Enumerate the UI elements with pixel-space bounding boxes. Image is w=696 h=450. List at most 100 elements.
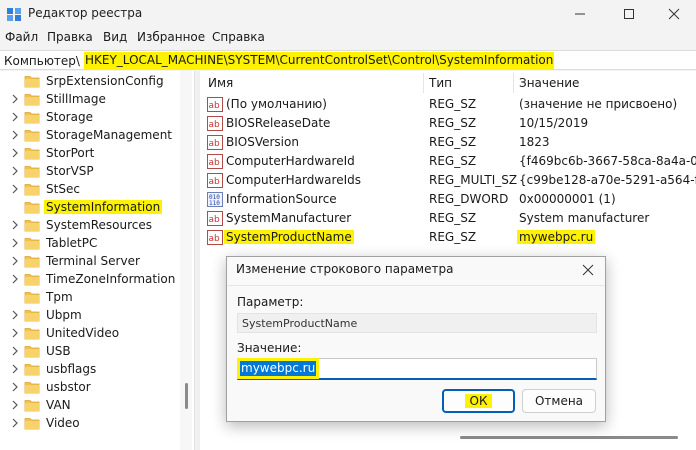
maximize-icon[interactable] (617, 4, 641, 24)
tree-item-label: VAN (46, 398, 71, 412)
tree-item[interactable]: SystemInformation (0, 198, 178, 216)
value-row[interactable]: ab ComputerHardwareIds REG_MULTI_SZ {c99be1… (200, 171, 696, 190)
column-header-data[interactable]: Значение (519, 71, 579, 95)
horizontal-scrollbar-thumb[interactable] (460, 436, 678, 439)
value-row[interactable]: 010 110 InformationSource REG_DWORD 0x000000… (200, 190, 696, 209)
registry-editor-icon (7, 8, 21, 21)
value-name: InformationSource (226, 192, 337, 206)
tree-item-label: StorVSP (46, 164, 94, 178)
tree-item[interactable]: TabletPC (0, 234, 178, 252)
string-value-icon: ab (207, 211, 223, 226)
tree-item[interactable]: usbflags (0, 360, 178, 378)
tree-item-label: usbflags (46, 362, 97, 376)
tree-item[interactable]: UnitedVideo (0, 324, 178, 342)
tree-item[interactable]: Ubpm (0, 306, 178, 324)
tree-item[interactable]: StorPort (0, 144, 178, 162)
value-name: ComputerHardwareIds (226, 173, 361, 187)
chevron-right-icon[interactable] (10, 380, 20, 394)
tree-item[interactable]: TimeZoneInformation (0, 270, 178, 288)
tree-item[interactable]: usbstor (0, 378, 178, 396)
column-header-name[interactable]: Имя (208, 71, 233, 95)
svg-text:ab: ab (209, 158, 221, 168)
ok-button[interactable]: ОК (442, 389, 515, 413)
chevron-right-icon[interactable] (10, 146, 20, 160)
param-name-field: SystemProductName (237, 313, 597, 333)
tree-item-label: USB (46, 344, 71, 358)
chevron-right-icon[interactable] (10, 272, 20, 286)
value-row[interactable]: ab BIOSVersion REG_SZ 1823 (200, 133, 696, 152)
tree-scrollbar-thumb[interactable] (185, 383, 188, 409)
value-data: mywebpc.ru (517, 230, 596, 244)
cancel-button[interactable]: Отмена (522, 389, 596, 413)
tree-vertical-scrollbar[interactable] (180, 71, 192, 450)
chevron-right-icon[interactable] (10, 92, 20, 106)
address-prefix: Компьютер\ (4, 54, 80, 68)
tree-item[interactable]: StSec (0, 180, 178, 198)
string-value-icon: ab (207, 230, 223, 245)
tree-item[interactable]: SystemResources (0, 216, 178, 234)
value-type: REG_SZ (429, 116, 477, 130)
selected-value-text[interactable]: mywebpc.ru (236, 358, 320, 379)
close-window-icon[interactable] (662, 4, 686, 24)
folder-icon (24, 130, 40, 142)
menu-help[interactable]: Справка (212, 30, 265, 44)
value-name: BIOSReleaseDate (226, 116, 331, 130)
column-separator[interactable] (513, 73, 514, 93)
tree-item[interactable]: StorageManagement (0, 126, 178, 144)
menu-view[interactable]: Вид (103, 30, 127, 44)
tree-item[interactable]: VAN (0, 396, 178, 414)
value-data: 10/15/2019 (519, 116, 589, 130)
tree-item[interactable]: SrpExtensionConfig (0, 72, 178, 90)
svg-text:ab: ab (209, 120, 221, 130)
minimize-icon[interactable] (568, 4, 592, 24)
value-row[interactable]: ab SystemProductName REG_SZ mywebpc.ru (200, 228, 696, 247)
tree-item[interactable]: Storage (0, 108, 178, 126)
tree-item-label: SystemResources (46, 218, 153, 232)
menu-edit[interactable]: Правка (47, 30, 93, 44)
tree-item[interactable]: Terminal Server (0, 252, 178, 270)
tree-item-label: SrpExtensionConfig (46, 74, 164, 88)
value-data: {c99be128-a70e-5291-a564-f77f38 (519, 173, 696, 187)
tree-item[interactable]: USB (0, 342, 178, 360)
value-data: {f469bc6b-3667-58ca-8a4a-0e65e7 (519, 154, 696, 168)
key-tree[interactable]: SrpExtensionConfig StillImage Storage Stora… (0, 71, 194, 450)
address-bar[interactable]: Компьютер\ HKEY_LOCAL_MACHINE\SYSTEM\Cur… (0, 50, 696, 70)
tree-item[interactable]: StorVSP (0, 162, 178, 180)
address-path[interactable]: HKEY_LOCAL_MACHINE\SYSTEM\CurrentControl… (84, 52, 555, 69)
dialog-title: Изменение строкового параметра (236, 262, 454, 276)
value-row[interactable]: ab ComputerHardwareId REG_SZ {f469bc6b-3667… (200, 152, 696, 171)
close-icon[interactable] (579, 261, 597, 279)
value-row[interactable]: ab (По умолчанию) REG_SZ (значение не присв… (200, 95, 696, 114)
chevron-right-icon[interactable] (10, 326, 20, 340)
column-separator[interactable] (423, 73, 424, 93)
tree-item-label: Video (46, 416, 80, 430)
tree-item[interactable]: Tpm (0, 288, 178, 306)
value-data-input[interactable]: mywebpc.ru (236, 358, 597, 380)
chevron-right-icon[interactable] (10, 416, 20, 430)
chevron-right-icon[interactable] (10, 128, 20, 142)
string-value-icon: ab (207, 173, 223, 188)
menu-favorites[interactable]: Избранное (137, 30, 205, 44)
chevron-right-icon[interactable] (10, 236, 20, 250)
tree-item-label: Tpm (46, 290, 73, 304)
value-row[interactable]: ab BIOSReleaseDate REG_SZ 10/15/2019 (200, 114, 696, 133)
chevron-right-icon[interactable] (10, 344, 20, 358)
folder-icon (24, 94, 40, 106)
tree-item-label: StSec (46, 182, 80, 196)
value-row[interactable]: ab SystemManufacturer REG_SZ System manufac… (200, 209, 696, 228)
chevron-right-icon[interactable] (10, 362, 20, 376)
chevron-right-icon[interactable] (10, 218, 20, 232)
tree-item-label: StorageManagement (46, 128, 172, 142)
column-header-type[interactable]: Тип (429, 71, 452, 95)
chevron-right-icon[interactable] (10, 254, 20, 268)
chevron-right-icon[interactable] (10, 110, 20, 124)
tree-item[interactable]: StillImage (0, 90, 178, 108)
tree-item[interactable]: Video (0, 414, 178, 432)
chevron-right-icon[interactable] (10, 308, 20, 322)
chevron-right-icon[interactable] (10, 164, 20, 178)
tree-item-label: TimeZoneInformation (46, 272, 176, 286)
chevron-right-icon[interactable] (10, 182, 20, 196)
menu-file[interactable]: Файл (5, 30, 38, 44)
chevron-right-icon[interactable] (10, 398, 20, 412)
edit-string-dialog: Изменение строкового параметра Параметр:… (226, 256, 606, 422)
